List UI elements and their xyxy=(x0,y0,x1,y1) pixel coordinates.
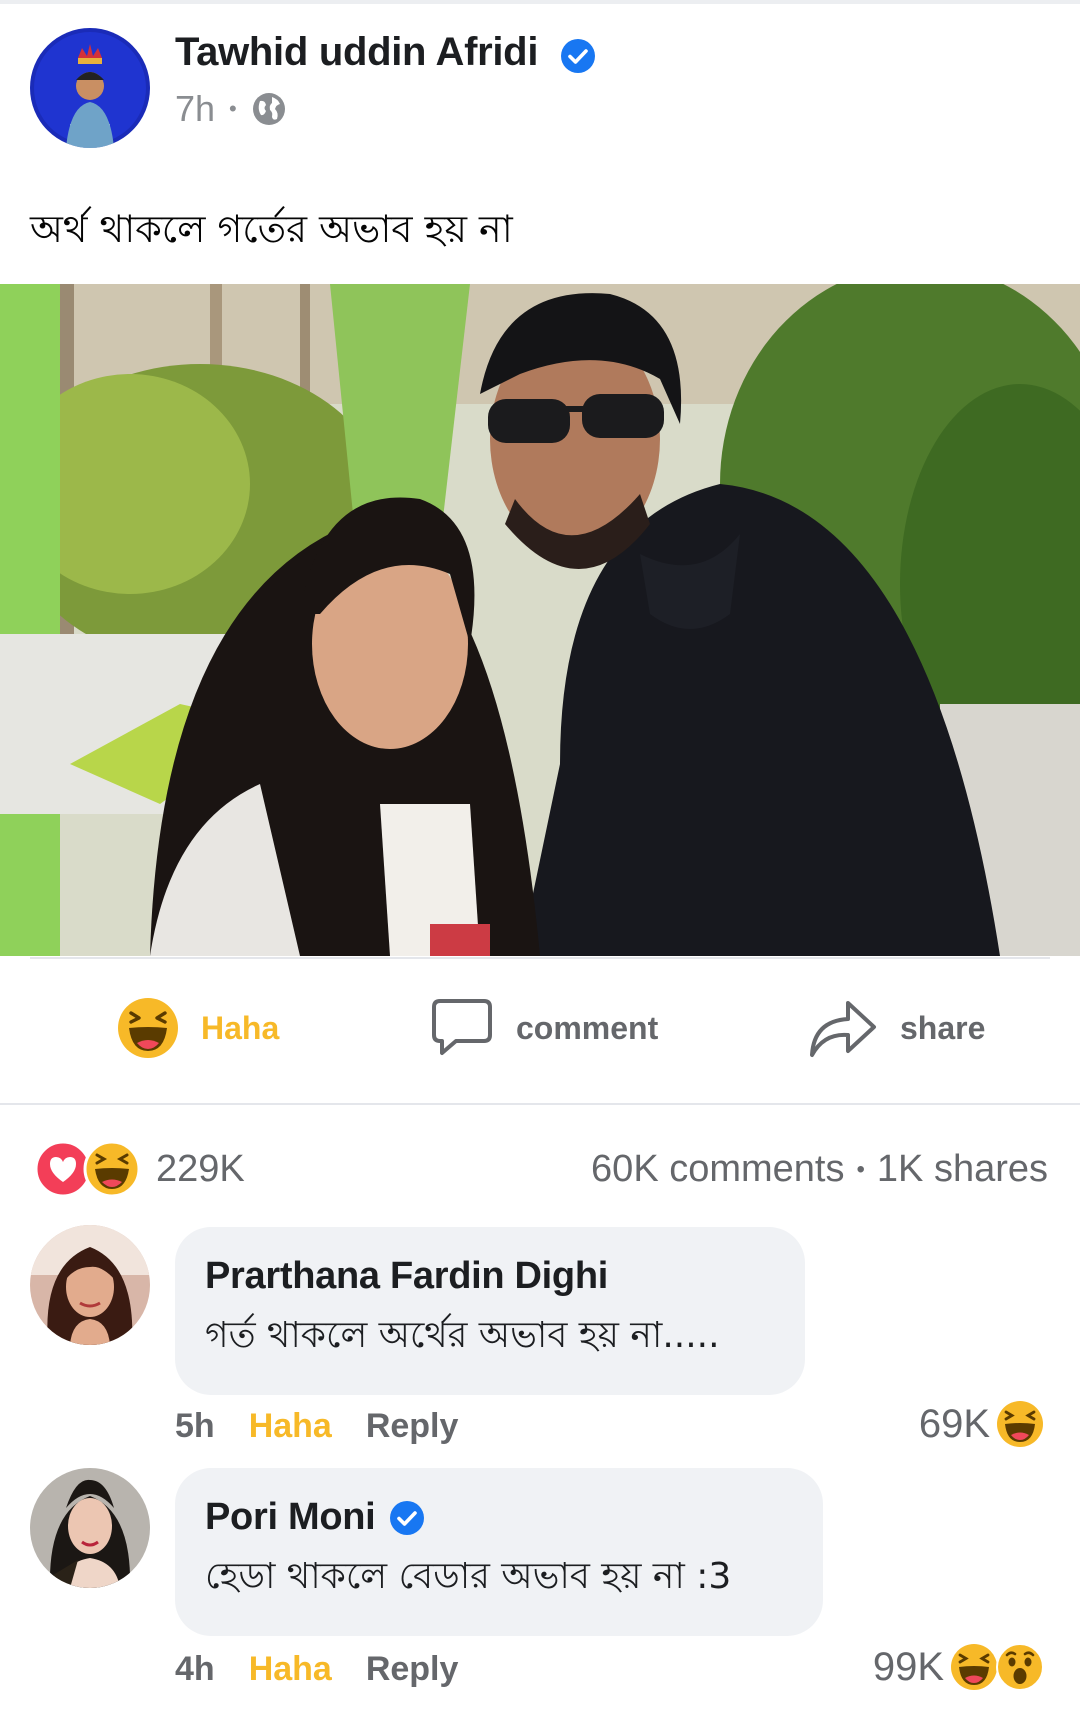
share-label: share xyxy=(900,1009,986,1046)
haha-icon xyxy=(997,1401,1043,1447)
comment-reaction-number: 69K xyxy=(918,1401,990,1446)
verified-badge-icon xyxy=(390,1500,425,1535)
commenter-name[interactable]: Pori Moni xyxy=(205,1496,793,1539)
comment-text: গর্ত থাকলে অর্থের অভাব হয় না..... xyxy=(205,1315,720,1356)
commenter-name-text: Prarthana Fardin Dighi xyxy=(205,1255,609,1297)
post-photo[interactable] xyxy=(0,284,1080,956)
commenter-name-text: Pori Moni xyxy=(205,1496,376,1538)
verified-badge-icon xyxy=(561,39,595,73)
comment-bubble[interactable]: Prarthana Fardin Dighi গর্ত থাকলে অর্থের… xyxy=(175,1227,805,1395)
comment-text: হেডা থাকলে বেডার অভাব হয় না :3 xyxy=(205,1556,732,1597)
comment-button[interactable]: comment xyxy=(430,990,658,1066)
comment-meta: 5h Haha Reply xyxy=(175,1404,458,1448)
love-icon xyxy=(34,1140,92,1198)
meta-separator: • xyxy=(229,96,237,121)
top-divider xyxy=(0,0,1080,4)
comment-bubble[interactable]: Pori Moni হেডা থাকলে বেডার অভাব হয় না :… xyxy=(175,1468,823,1636)
commenter-name[interactable]: Prarthana Fardin Dighi xyxy=(205,1255,775,1298)
shares-count[interactable]: 1K shares xyxy=(877,1148,1048,1191)
share-icon xyxy=(810,1001,876,1057)
comment-reaction-count[interactable]: 99K xyxy=(873,1642,1044,1692)
author-avatar[interactable] xyxy=(30,28,150,148)
comment-meta: 4h Haha Reply xyxy=(175,1647,458,1691)
haha-icon xyxy=(951,1644,997,1690)
comment-reaction-number: 99K xyxy=(872,1644,944,1689)
comment-haha-button[interactable]: Haha xyxy=(249,1650,332,1689)
photo-divider xyxy=(30,957,1050,959)
commenter-avatar[interactable] xyxy=(30,1225,150,1345)
action-bar-divider xyxy=(0,1103,1080,1105)
post-time[interactable]: 7h xyxy=(175,88,215,130)
post-meta: 7h • xyxy=(175,88,287,130)
engagement-summary: 60K comments • 1K shares xyxy=(591,1148,1048,1191)
haha-label: Haha xyxy=(201,1009,280,1046)
summary-separator: • xyxy=(856,1155,865,1183)
haha-icon xyxy=(118,998,178,1058)
comments-count[interactable]: 60K comments xyxy=(591,1148,844,1191)
comment-time[interactable]: 5h xyxy=(175,1407,215,1446)
author-name[interactable]: Tawhid uddin Afridi xyxy=(175,30,538,75)
haha-reaction-button[interactable]: Haha xyxy=(117,990,279,1066)
reaction-summary-icons[interactable] xyxy=(34,1140,144,1198)
comment-haha-button[interactable]: Haha xyxy=(249,1407,332,1446)
comment-reaction-count[interactable]: 69K xyxy=(919,1399,1044,1449)
comment-reply-button[interactable]: Reply xyxy=(366,1407,459,1446)
comment-time[interactable]: 4h xyxy=(175,1650,215,1689)
post-screen: Tawhid uddin Afridi 7h • অর্থ থাকলে গর্ত… xyxy=(0,0,1080,1724)
comment-reply-button[interactable]: Reply xyxy=(366,1650,459,1689)
reaction-count[interactable]: 229K xyxy=(156,1148,245,1191)
share-button[interactable]: share xyxy=(808,990,985,1066)
haha-icon xyxy=(83,1140,141,1198)
wow-icon xyxy=(996,1643,1044,1691)
globe-icon[interactable] xyxy=(251,91,287,127)
commenter-avatar[interactable] xyxy=(30,1468,150,1588)
comment-label: comment xyxy=(516,1009,659,1046)
comment-icon xyxy=(432,999,492,1055)
post-text: অর্থ থাকলে গর্তের অভাব হয় না xyxy=(30,207,513,251)
